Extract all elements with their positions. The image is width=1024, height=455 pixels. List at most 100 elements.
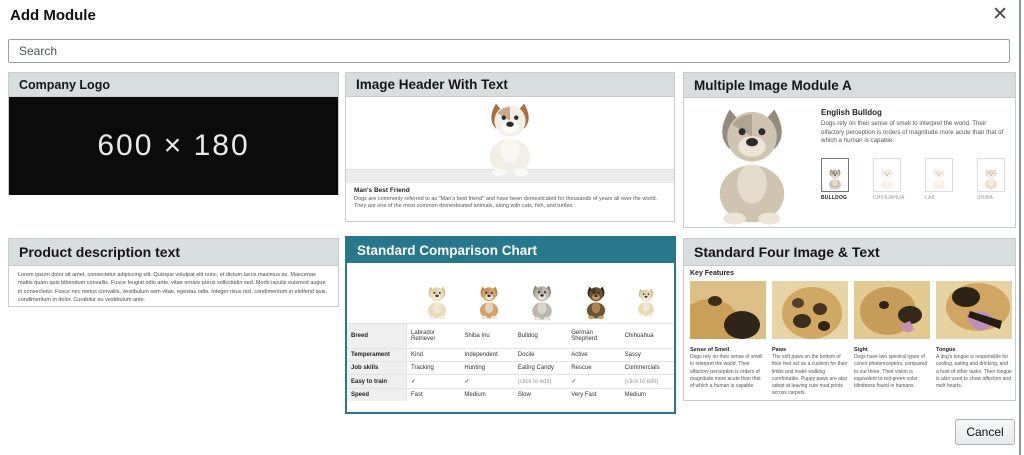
dog-head-closeup-photo: [854, 281, 930, 339]
module-title: Image Header With Text: [346, 73, 674, 97]
feature-smell: Sense of Smell Dogs rely on their sense …: [690, 281, 766, 398]
table-cell: Slow: [514, 388, 567, 401]
table-cell: Chihuahua: [621, 323, 674, 348]
logo-placeholder-image: 600 × 180: [9, 97, 338, 195]
thumbnail-label: CHIHUAHUA: [873, 195, 903, 201]
table-cell: Rescue: [567, 361, 620, 374]
bulldog-main-image: [688, 102, 815, 226]
dog-face-closeup-photo: [690, 281, 766, 339]
search-input[interactable]: [8, 39, 1010, 63]
lab-thumb-placeholder: [930, 167, 948, 191]
bulldog-photo-placeholder: [700, 102, 804, 226]
thumbnail-label: SHIBA: [977, 195, 1007, 201]
table-cell: Docile: [514, 348, 567, 361]
module-card-multiple-image-a[interactable]: Multiple Image Module A English Bulldog …: [683, 72, 1016, 228]
module-title: Product description text: [9, 239, 338, 266]
thumbnail-image: [873, 158, 901, 192]
thumbnail-image: [821, 158, 849, 192]
table-cell: German Shepherd: [567, 323, 620, 348]
feature-body: A dog's tongue is responsible for coolin…: [936, 354, 1012, 390]
row-label: Job skills: [347, 361, 407, 374]
feature-body: Dogs rely on their sense of smell to int…: [690, 354, 766, 390]
thumbnail-lab[interactable]: LAB: [925, 158, 955, 201]
module-title: Company Logo: [9, 73, 338, 97]
table-cell: Very Fast: [567, 388, 620, 401]
module-card-standard-comparison-chart[interactable]: Standard Comparison Chart Breed Labrador…: [345, 236, 676, 414]
shiba-photo-placeholder: [475, 283, 503, 321]
labrador-photo-placeholder: [423, 283, 451, 321]
logo-dimensions-label: 600 × 180: [97, 129, 249, 163]
key-features-heading: Key Features: [684, 266, 1015, 279]
puppy-photo-placeholder: [477, 99, 543, 177]
lorem-ipsum-text: Lorem ipsum dolor sit amet, consectetur …: [9, 266, 338, 309]
shiba-thumb-placeholder: [982, 167, 1000, 191]
image-header-heading: Man's Best Friend: [354, 187, 666, 194]
module-card-company-logo[interactable]: Company Logo 600 × 180: [8, 72, 339, 195]
dog-tongue-closeup-photo: [936, 281, 1012, 339]
feature-title: Paws: [772, 347, 848, 353]
module-card-image-header-with-text[interactable]: Image Header With Text Man's Best Friend…: [345, 72, 675, 222]
table-cell-check: ✓: [567, 374, 620, 388]
thumbnail-shiba[interactable]: SHIBA: [977, 158, 1007, 201]
feature-body: Dogs have two spectral types of cones ph…: [854, 354, 930, 390]
multiple-image-body: English Bulldog Dogs rely on their sense…: [684, 98, 1015, 226]
table-cell: Medium: [460, 388, 513, 401]
breed-heading: English Bulldog: [821, 108, 1007, 117]
table-cell: Eating Candy: [514, 361, 567, 374]
module-title: Standard Comparison Chart: [347, 238, 674, 263]
feature-title: Tongue: [936, 347, 1012, 353]
multiple-image-text-column: English Bulldog Dogs rely on their sense…: [815, 102, 1007, 226]
feature-paws: Paws The soft paws on the bottom of thei…: [772, 281, 848, 398]
comparison-table: Breed Labrador Retriever Shiba Inu Bulld…: [347, 323, 674, 401]
image-header-body: Dogs are commonly referred to as "Man's …: [354, 196, 666, 211]
thumbnail-row: BULLDOG CHIHUAHUA LAB: [821, 158, 1007, 201]
feature-title: Sight: [854, 347, 930, 353]
thumbnail-image: [977, 158, 1005, 192]
thumbnail-label: LAB: [925, 195, 955, 201]
thumbnail-chihuahua[interactable]: CHIHUAHUA: [873, 158, 903, 201]
module-title: Multiple Image Module A: [684, 73, 1015, 98]
breed-description: Dogs rely on their sense of smell to int…: [821, 120, 1007, 146]
table-cell-check: ✓: [407, 374, 460, 388]
cancel-button[interactable]: Cancel: [955, 419, 1015, 445]
bulldog-thumb-placeholder: [826, 167, 844, 191]
shepherd-photo-placeholder: [582, 283, 610, 321]
table-cell: Medium: [621, 388, 674, 401]
table-cell: Active: [567, 348, 620, 361]
image-header-text-block: Man's Best Friend Dogs are commonly refe…: [346, 183, 674, 215]
close-icon[interactable]: ✕: [992, 4, 1008, 26]
feature-title: Sense of Smell: [690, 347, 766, 353]
feature-body: The soft paws on the bottom of their fee…: [772, 354, 848, 398]
puppy-hero-image: [346, 97, 674, 183]
feature-columns: Sense of Smell Dogs rely on their sense …: [684, 279, 1015, 398]
table-cell: Independent: [460, 348, 513, 361]
table-cell: Hunting: [460, 361, 513, 374]
row-label: Temperament: [347, 348, 407, 361]
row-label: Breed: [347, 323, 407, 348]
table-cell-click-to-edit[interactable]: (click to edit): [621, 374, 674, 388]
row-label: Easy to train: [347, 374, 407, 388]
feature-tongue: Tongue A dog's tongue is responsible for…: [936, 281, 1012, 398]
vertical-scrollbar[interactable]: [1019, 0, 1021, 455]
chihuahua-thumb-placeholder: [878, 167, 896, 191]
row-label: Speed: [347, 388, 407, 401]
module-card-product-description[interactable]: Product description text Lorem ipsum dol…: [8, 238, 339, 307]
table-cell: Commercials: [621, 361, 674, 374]
table-cell-check: ✓: [460, 374, 513, 388]
thumbnail-image: [925, 158, 953, 192]
dog-paw-closeup-photo: [772, 281, 848, 339]
comparison-dog-images: [347, 263, 674, 323]
feature-sight: Sight Dogs have two spectral types of co…: [854, 281, 930, 398]
thumbnail-bulldog[interactable]: BULLDOG: [821, 158, 851, 201]
table-cell: Tracking: [407, 361, 460, 374]
table-cell: Labrador Retriever: [407, 323, 460, 348]
bulldog-photo-placeholder: [527, 283, 557, 321]
table-cell-click-to-edit[interactable]: (click to edit): [514, 374, 567, 388]
thumbnail-label: BULLDOG: [821, 195, 851, 201]
table-cell: Kind: [407, 348, 460, 361]
module-card-standard-four-image-text[interactable]: Standard Four Image & Text Key Features …: [683, 238, 1016, 401]
search-container: [8, 39, 1010, 63]
chihuahua-photo-placeholder: [634, 283, 658, 321]
table-cell: Fast: [407, 388, 460, 401]
table-cell: Sassy: [621, 348, 674, 361]
